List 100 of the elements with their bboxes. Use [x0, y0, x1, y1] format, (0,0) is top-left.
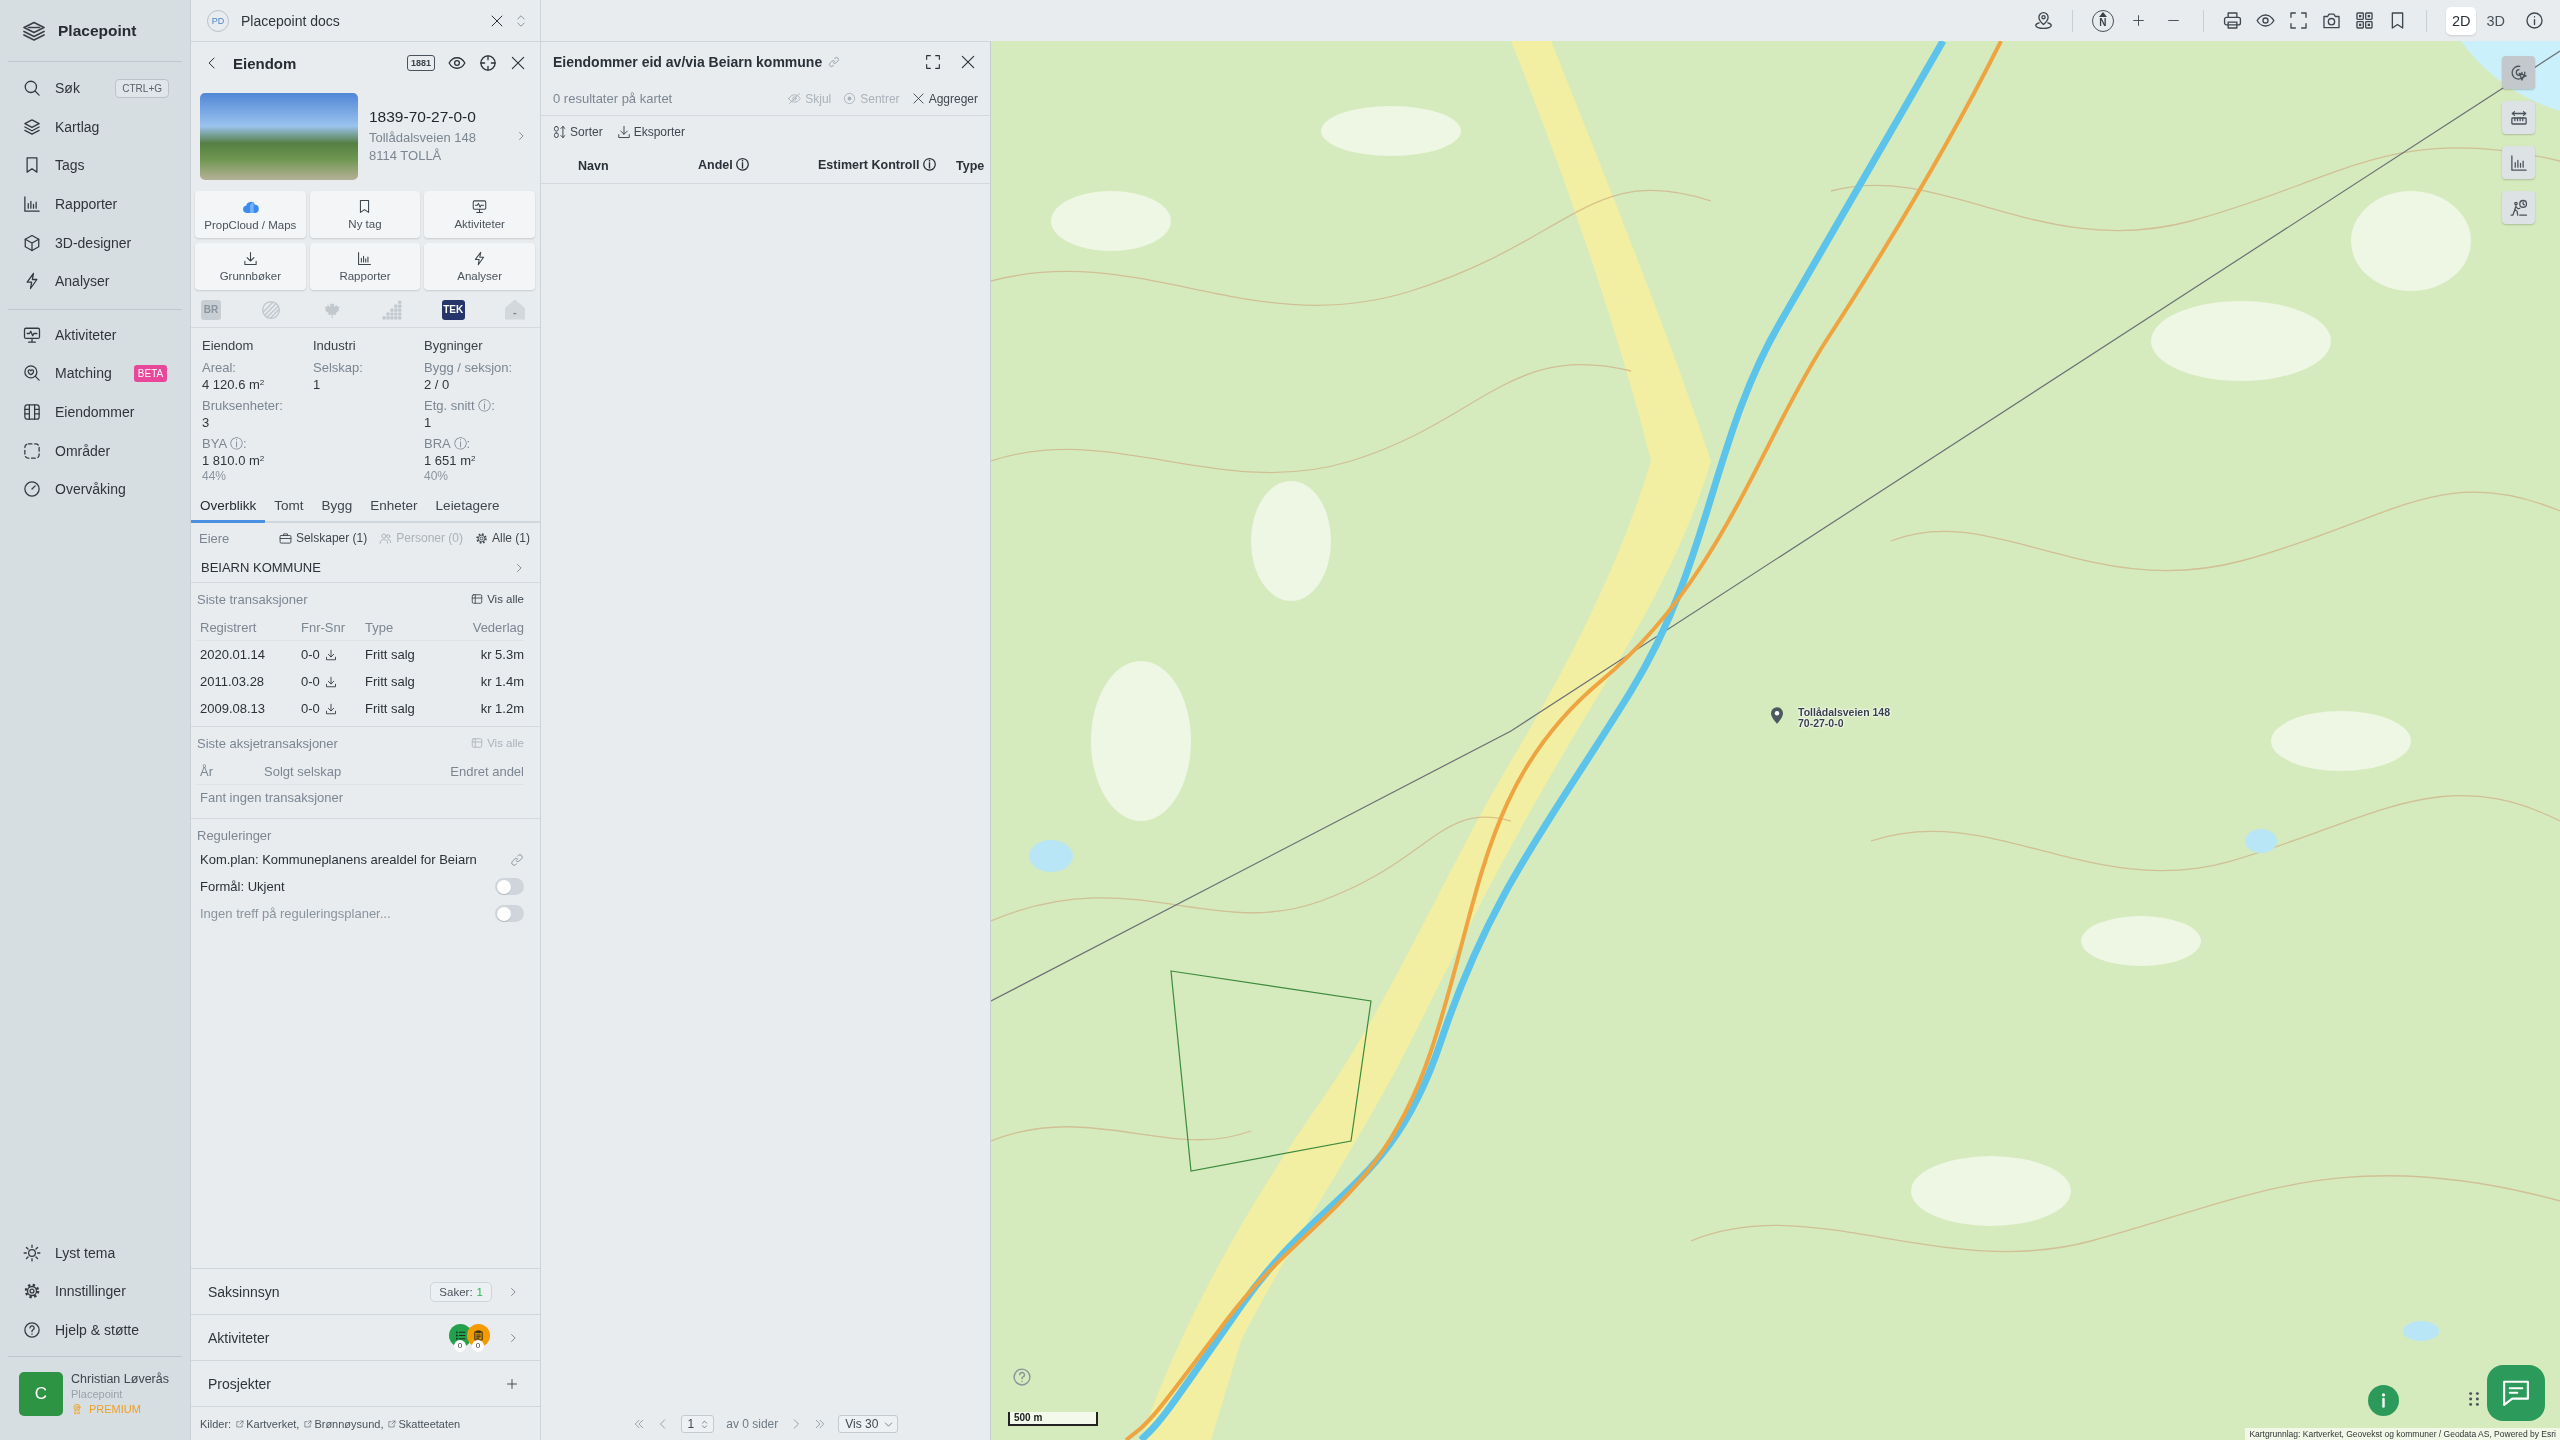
beta-tag: BETA: [133, 364, 168, 382]
column-header[interactable]: Andel ⓘ: [698, 157, 818, 174]
tab[interactable]: Leietagere: [426, 490, 509, 523]
column-header[interactable]: Type: [956, 158, 990, 173]
chevron-right-icon[interactable]: [516, 131, 526, 141]
sidebar-item[interactable]: Analyser: [8, 261, 182, 301]
page-select[interactable]: 1: [680, 1415, 715, 1433]
toolbar-button[interactable]: Sorter: [553, 125, 603, 139]
briefcase-icon: [278, 531, 292, 545]
sidebar-item[interactable]: Innstillinger: [8, 1271, 182, 1311]
filter-button[interactable]: Alle (1): [475, 531, 530, 545]
eye-icon[interactable]: [448, 54, 466, 72]
map-tool-button[interactable]: [2502, 56, 2535, 89]
property-id: 1839-70-27-0-0: [369, 107, 477, 127]
map-attribution: Kartgrunnlag: Kartverket, Geovekst og kommuner / Geodata AS, Powered by Esri: [2245, 1428, 2560, 1440]
crosshair-icon[interactable]: [479, 54, 497, 72]
column-header: Fnr-Snr: [301, 619, 347, 635]
map-tool-button[interactable]: [2502, 101, 2535, 134]
filter-button[interactable]: Selskaper (1): [278, 531, 368, 545]
workspace-title[interactable]: Placepoint docs: [241, 12, 340, 29]
download-icon[interactable]: [324, 675, 337, 688]
column-header: År: [200, 763, 214, 779]
owner-row[interactable]: BEIARN KOMMUNE: [191, 553, 540, 583]
table-cell-text: 2009.08.13: [200, 701, 267, 716]
tab[interactable]: Enheter: [361, 490, 427, 523]
sidebar-item[interactable]: 3D-designer: [8, 223, 182, 262]
user-avatar[interactable]: C: [19, 1372, 63, 1416]
sidebar-item[interactable]: Lyst tema: [8, 1233, 182, 1272]
stat-label: Bygg / seksjon:: [424, 359, 514, 376]
page-size-select[interactable]: Vis 30: [838, 1415, 899, 1433]
action-button[interactable]: Grunnbøker: [195, 243, 306, 290]
sidebar-item[interactable]: Søk CTRL+G: [8, 69, 182, 108]
sidebar-item[interactable]: Kartlag: [8, 107, 182, 147]
action-button[interactable]: PropCloud / Maps: [195, 191, 306, 238]
source-link[interactable]: Kartverket,: [236, 1417, 300, 1430]
view-mode-button[interactable]: 3D: [2480, 6, 2511, 35]
stat-value: 1 810.0 m$^{2}$: [202, 452, 266, 469]
stat-label: BRA ⓘ:: [424, 435, 472, 452]
source-link[interactable]: Skatteetaten: [388, 1417, 461, 1430]
qr-grid-icon[interactable]: [2354, 11, 2374, 30]
chevron-down-icon: [884, 1419, 894, 1429]
download-icon: [242, 251, 258, 266]
map-tool-button[interactable]: [2502, 146, 2535, 179]
layers-icon: [23, 117, 41, 136]
action-button[interactable]: Aktiviteter: [424, 191, 535, 238]
directory-button[interactable]: 1881: [406, 55, 435, 71]
column-header[interactable]: Estimert Kontroll ⓘ: [818, 157, 956, 174]
view-all-link[interactable]: Vis alle: [471, 593, 524, 605]
sidebar-item[interactable]: Overvåking: [8, 469, 182, 509]
stat-value: 2 / 0: [424, 376, 451, 393]
action-button[interactable]: Ny tag: [309, 191, 421, 238]
people-icon: [379, 531, 393, 545]
close-icon[interactable]: [960, 54, 976, 70]
toolbar-button[interactable]: Aggreger: [911, 91, 978, 106]
chat-button[interactable]: [2487, 1365, 2545, 1421]
sidebar-item[interactable]: Rapporter: [8, 184, 182, 224]
toggle-switch[interactable]: [495, 878, 524, 895]
close-icon: [911, 92, 925, 105]
section-title: Siste transaksjoner: [197, 591, 308, 607]
regulation-text: Kom.plan: Kommuneplanens arealdel for Beiarn: [200, 852, 477, 867]
view-mode-button[interactable]: 2D: [2445, 6, 2477, 35]
close-icon[interactable]: [490, 13, 504, 28]
download-icon[interactable]: [324, 702, 337, 715]
download-icon[interactable]: [324, 648, 337, 661]
action-button[interactable]: Rapporter: [309, 243, 421, 290]
info-letter-icon: [2381, 1393, 2386, 1408]
count-label: Saker:: [439, 1285, 473, 1298]
printer-icon[interactable]: [2222, 11, 2242, 30]
info-icon[interactable]: [2525, 11, 2544, 30]
expand-icon[interactable]: [925, 54, 941, 70]
tab[interactable]: Tomt: [265, 490, 313, 523]
eye-icon[interactable]: [2255, 11, 2275, 30]
plus-icon[interactable]: [2131, 14, 2145, 27]
table-icon: [471, 593, 484, 605]
section-row[interactable]: Aktiviteter 0 0: [191, 1314, 540, 1360]
action-button[interactable]: Analyser: [424, 243, 535, 290]
indicator-tag[interactable]: TEK: [441, 299, 465, 320]
sidebar-item[interactable]: Hjelp & støtte: [8, 1310, 182, 1349]
eye-off-icon: [788, 92, 802, 105]
toolbar-button[interactable]: Eksporter: [616, 125, 686, 139]
close-icon[interactable]: [510, 55, 526, 71]
tab[interactable]: Bygg: [312, 490, 362, 523]
drag-dots-icon[interactable]: [2469, 1392, 2479, 1406]
stat-value: 1: [313, 376, 322, 393]
column-header[interactable]: Navn: [578, 158, 698, 173]
source-link[interactable]: Brønnøysund,: [304, 1417, 384, 1430]
sources-label: Kilder:: [200, 1417, 232, 1430]
sidebar-item[interactable]: Aktiviteter: [8, 315, 182, 355]
section-row[interactable]: Prosjekter: [191, 1360, 540, 1406]
sidebar-item[interactable]: Eiendommer: [8, 392, 182, 432]
tab[interactable]: Overblikk: [191, 490, 266, 523]
map-tool-button[interactable]: [2502, 191, 2535, 224]
section-row[interactable]: Saksinnsyn Saker: 1: [191, 1268, 540, 1314]
chevron-right-icon: [508, 1332, 518, 1343]
sidebar-item[interactable]: Tags: [8, 146, 182, 185]
camera-icon[interactable]: [2321, 11, 2341, 30]
map-pin-icon[interactable]: [2033, 11, 2053, 30]
sidebar-item[interactable]: Matching BETA: [8, 354, 182, 393]
sidebar-item[interactable]: Områder: [8, 431, 182, 470]
table-cell: 0-0: [301, 701, 320, 716]
